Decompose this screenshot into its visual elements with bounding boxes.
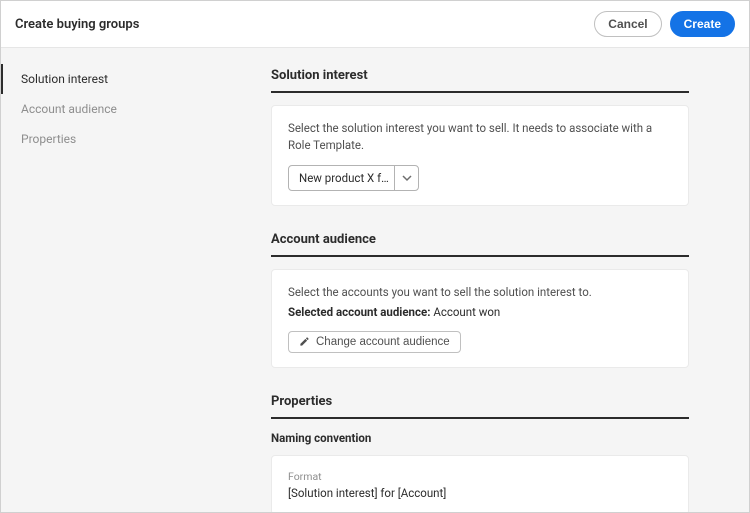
selected-account-audience: Selected account audience: Account won [288, 305, 672, 319]
main-panel: Solution interest Select the solution in… [181, 48, 749, 512]
section-properties: Properties Naming convention Format [Sol… [271, 394, 689, 512]
section-title: Account audience [271, 232, 689, 257]
account-audience-description: Select the accounts you want to sell the… [288, 284, 672, 301]
account-audience-card: Select the accounts you want to sell the… [271, 269, 689, 368]
section-account-audience: Account audience Select the accounts you… [271, 232, 689, 368]
solution-interest-description: Select the solution interest you want to… [288, 120, 672, 155]
section-title: Properties [271, 394, 689, 419]
selected-audience-value: Account won [433, 305, 500, 319]
create-button[interactable]: Create [670, 11, 735, 37]
solution-interest-selected-value: New product X f… [289, 166, 394, 190]
cancel-button[interactable]: Cancel [594, 11, 661, 37]
format-value: [Solution interest] for [Account] [288, 486, 672, 500]
sidebar-item-solution-interest[interactable]: Solution interest [1, 64, 181, 94]
section-title: Solution interest [271, 68, 689, 93]
properties-card: Format [Solution interest] for [Account] [271, 455, 689, 512]
sidebar-item-account-audience[interactable]: Account audience [1, 94, 181, 124]
dialog-header: Create buying groups Cancel Create [1, 1, 749, 48]
chevron-down-icon[interactable] [394, 166, 418, 190]
solution-interest-card: Select the solution interest you want to… [271, 105, 689, 206]
change-account-audience-button[interactable]: Change account audience [288, 331, 461, 353]
format-label: Format [288, 470, 672, 483]
naming-convention-heading: Naming convention [271, 431, 689, 445]
dialog-title: Create buying groups [15, 17, 139, 32]
header-actions: Cancel Create [594, 11, 735, 37]
sidebar-item-label: Properties [21, 132, 76, 146]
sidebar: Solution interest Account audience Prope… [1, 48, 181, 512]
pencil-icon [299, 336, 310, 347]
sidebar-item-properties[interactable]: Properties [1, 124, 181, 154]
solution-interest-select[interactable]: New product X f… [288, 165, 419, 191]
change-audience-label: Change account audience [316, 336, 450, 348]
section-solution-interest: Solution interest Select the solution in… [271, 68, 689, 206]
create-buying-groups-dialog: Create buying groups Cancel Create Solut… [0, 0, 750, 513]
dialog-body: Solution interest Account audience Prope… [1, 48, 749, 512]
selected-audience-label: Selected account audience: [288, 305, 430, 319]
sidebar-item-label: Solution interest [21, 72, 108, 86]
sidebar-item-label: Account audience [21, 102, 117, 116]
